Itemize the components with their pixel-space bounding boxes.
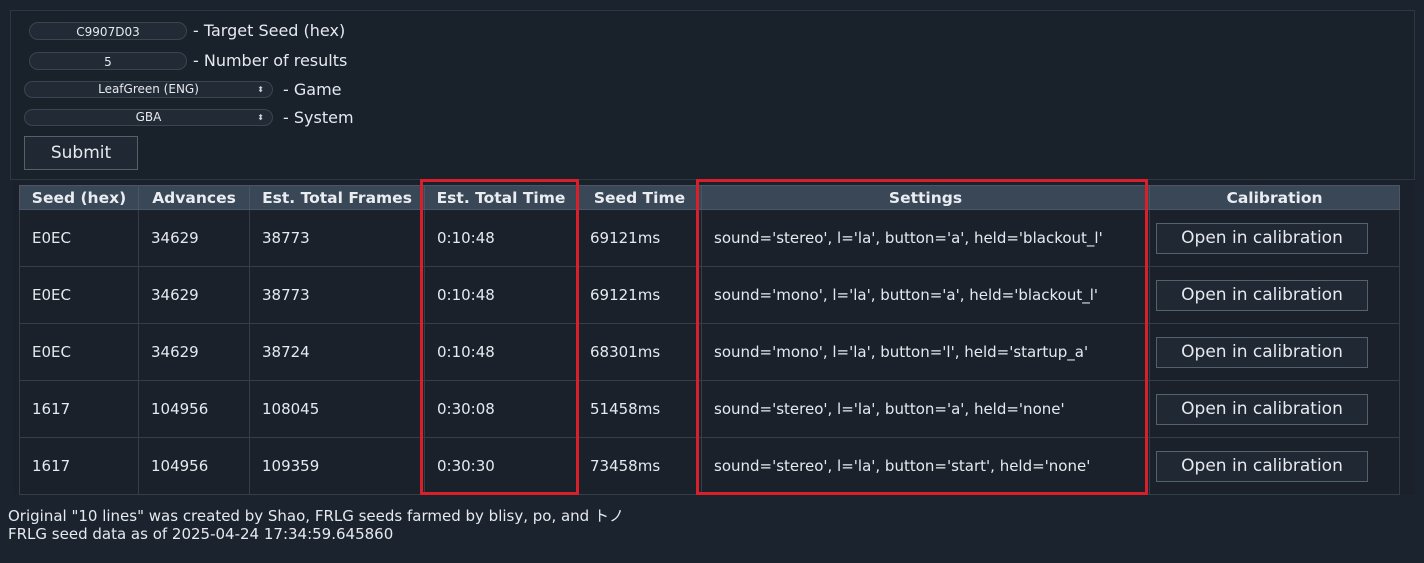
cell-seed-time: 69121ms: [577, 266, 702, 324]
cell-settings: sound='mono', l='la', button='a', held='…: [701, 266, 1150, 324]
game-row: LeafGreen (ENG) ⬍ - Game: [24, 80, 342, 99]
target-seed-input[interactable]: C9907D03: [29, 21, 187, 40]
header-seed[interactable]: Seed (hex): [19, 185, 139, 210]
open-in-calibration-button[interactable]: Open in calibration: [1156, 222, 1368, 254]
table-row: 1617 104956 108045 0:30:08 51458ms sound…: [19, 380, 1400, 438]
cell-seed-time: 69121ms: [577, 209, 702, 267]
table-row: 1617 104956 109359 0:30:30 73458ms sound…: [19, 437, 1400, 495]
cell-seed: 1617: [19, 380, 139, 438]
open-in-calibration-button[interactable]: Open in calibration: [1156, 279, 1368, 311]
results-table: Seed (hex) Advances Est. Total Frames Es…: [19, 185, 1400, 495]
cell-seed-time: 68301ms: [577, 323, 702, 381]
cell-time: 0:30:30: [424, 437, 578, 495]
results-row: 5 - Number of results: [29, 51, 347, 70]
cell-seed: E0EC: [19, 266, 139, 324]
number-of-results-input[interactable]: 5: [29, 51, 187, 70]
credits-text: Original "10 lines" was created by Shao,…: [8, 507, 624, 525]
table-row: E0EC 34629 38773 0:10:48 69121ms sound='…: [19, 266, 1400, 324]
cell-seed: E0EC: [19, 323, 139, 381]
search-form: C9907D03 - Target Seed (hex) 5 - Number …: [10, 10, 1415, 180]
table-row: E0EC 34629 38724 0:10:48 68301ms sound='…: [19, 323, 1400, 381]
cell-calibration: Open in calibration: [1149, 323, 1400, 381]
cell-seed: E0EC: [19, 209, 139, 267]
cell-calibration: Open in calibration: [1149, 380, 1400, 438]
cell-advances: 104956: [138, 437, 250, 495]
open-in-calibration-button[interactable]: Open in calibration: [1156, 450, 1368, 482]
data-date-text: FRLG seed data as of 2025-04-24 17:34:59…: [8, 525, 394, 543]
cell-time: 0:30:08: [424, 380, 578, 438]
header-settings[interactable]: Settings: [701, 185, 1150, 210]
system-select[interactable]: GBA ⬍: [24, 109, 273, 126]
select-arrows-icon: ⬍: [257, 85, 264, 94]
cell-time: 0:10:48: [424, 266, 578, 324]
cell-settings: sound='stereo', l='la', button='a', held…: [701, 209, 1150, 267]
cell-frames: 38773: [249, 209, 425, 267]
cell-frames: 38773: [249, 266, 425, 324]
open-in-calibration-button[interactable]: Open in calibration: [1156, 393, 1368, 425]
submit-button[interactable]: Submit: [24, 136, 138, 170]
system-label: - System: [283, 108, 354, 127]
target-seed-label: - Target Seed (hex): [193, 21, 346, 40]
header-est-total-time[interactable]: Est. Total Time: [424, 185, 578, 210]
table-row: E0EC 34629 38773 0:10:48 69121ms sound='…: [19, 209, 1400, 267]
select-arrows-icon: ⬍: [257, 113, 264, 122]
game-select-value: LeafGreen (ENG): [98, 82, 199, 96]
cell-settings: sound='mono', l='la', button='l', held='…: [701, 323, 1150, 381]
cell-settings: sound='stereo', l='la', button='a', held…: [701, 380, 1150, 438]
cell-frames: 109359: [249, 437, 425, 495]
cell-calibration: Open in calibration: [1149, 209, 1400, 267]
cell-time: 0:10:48: [424, 323, 578, 381]
cell-seed-time: 73458ms: [577, 437, 702, 495]
cell-advances: 104956: [138, 380, 250, 438]
cell-calibration: Open in calibration: [1149, 266, 1400, 324]
header-calibration[interactable]: Calibration: [1149, 185, 1400, 210]
cell-advances: 34629: [138, 323, 250, 381]
cell-seed-time: 51458ms: [577, 380, 702, 438]
cell-calibration: Open in calibration: [1149, 437, 1400, 495]
game-select[interactable]: LeafGreen (ENG) ⬍: [24, 81, 273, 98]
cell-settings: sound='stereo', l='la', button='start', …: [701, 437, 1150, 495]
system-select-value: GBA: [135, 110, 162, 124]
cell-advances: 34629: [138, 266, 250, 324]
cell-time: 0:10:48: [424, 209, 578, 267]
open-in-calibration-button[interactable]: Open in calibration: [1156, 336, 1368, 368]
header-advances[interactable]: Advances: [138, 185, 250, 210]
number-of-results-label: - Number of results: [193, 51, 348, 70]
cell-frames: 38724: [249, 323, 425, 381]
cell-advances: 34629: [138, 209, 250, 267]
system-row: GBA ⬍ - System: [24, 108, 354, 127]
results-panel: Seed (hex) Advances Est. Total Frames Es…: [13, 180, 1415, 495]
table-header-row: Seed (hex) Advances Est. Total Frames Es…: [19, 185, 1400, 210]
header-est-total-frames[interactable]: Est. Total Frames: [249, 185, 425, 210]
game-label: - Game: [283, 80, 342, 99]
header-seed-time[interactable]: Seed Time: [577, 185, 702, 210]
seed-row: C9907D03 - Target Seed (hex): [29, 21, 345, 40]
cell-seed: 1617: [19, 437, 139, 495]
cell-frames: 108045: [249, 380, 425, 438]
